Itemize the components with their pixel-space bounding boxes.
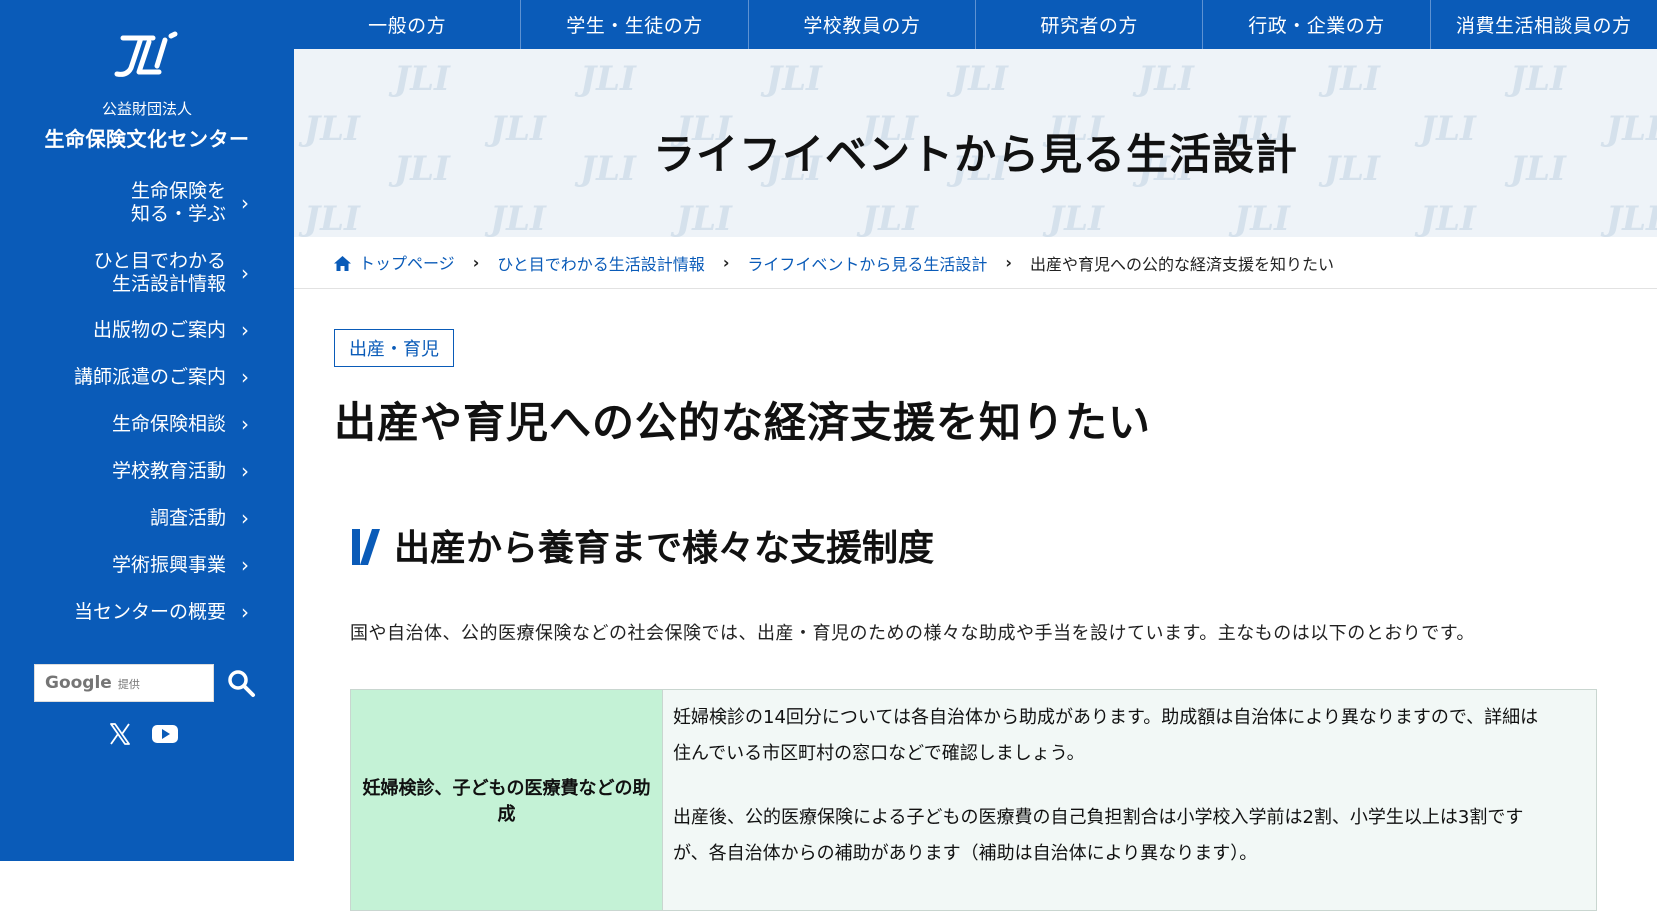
sidebar-item-label: 講師派遣のご案内 bbox=[73, 365, 226, 388]
watermark-logo: JLI bbox=[1420, 199, 1476, 237]
watermark-logo: JLI bbox=[1510, 59, 1566, 99]
watermark-logo: JLI bbox=[580, 59, 636, 99]
sidebar-item-publications[interactable]: 出版物のご案内 › bbox=[93, 318, 254, 342]
tab-researchers[interactable]: 研究者の方 bbox=[976, 0, 1204, 49]
watermark-logo: JLI bbox=[1138, 59, 1194, 99]
breadcrumb-label: トップページ bbox=[359, 254, 455, 273]
youtube-icon[interactable] bbox=[152, 724, 178, 748]
provider-label: 提供 bbox=[117, 678, 140, 691]
x-icon[interactable] bbox=[108, 722, 132, 750]
social-links bbox=[108, 722, 178, 750]
tab-teachers[interactable]: 学校教員の方 bbox=[749, 0, 976, 49]
sidebar-item-lecturer[interactable]: 講師派遣のご案内 › bbox=[74, 365, 254, 389]
sidebar-item-label: 調査活動 bbox=[149, 506, 226, 529]
sidebar-item-label: 当センターの概要 bbox=[73, 600, 226, 623]
sidebar-item-label: ひと目でわかる bbox=[93, 250, 226, 272]
watermark-logo: JLI bbox=[1606, 199, 1657, 237]
watermark-logo: JLI bbox=[304, 199, 360, 237]
chevron-right-icon: › bbox=[241, 261, 249, 285]
category-tag[interactable]: 出産・育児 bbox=[334, 329, 454, 367]
watermark-logo: JLI bbox=[766, 59, 822, 99]
chevron-right-icon: › bbox=[241, 459, 249, 483]
heading-bars-icon bbox=[352, 529, 380, 565]
tab-government[interactable]: 行政・企業の方 bbox=[1203, 0, 1431, 49]
chevron-right-icon: › bbox=[722, 253, 730, 272]
watermark-logo: JLI bbox=[1234, 199, 1290, 237]
tab-general[interactable]: 一般の方 bbox=[294, 0, 522, 49]
page-title: 出産や育児への公的な経済支援を知りたい bbox=[334, 398, 1152, 447]
sidebar-item-label: 生命保険を bbox=[130, 180, 226, 202]
sidebar-item-school[interactable]: 学校教育活動 › bbox=[112, 459, 254, 483]
table-paragraph: 出産後、公的医療保険による子どもの医療費の自己負担割合は小学校入学前は2割、小学… bbox=[673, 807, 1524, 864]
breadcrumb-current: 出産や育児への公的な経済支援を知りたい bbox=[1030, 254, 1335, 274]
watermark-logo: JLI bbox=[862, 199, 918, 237]
watermark-logo: JLI bbox=[1048, 199, 1104, 237]
chevron-right-icon: › bbox=[241, 600, 249, 624]
chevron-right-icon: › bbox=[472, 253, 480, 272]
section-title: 出産から養育まで様々な支援制度 bbox=[394, 528, 935, 569]
jli-logo-icon bbox=[114, 31, 178, 77]
table-row-header: 妊婦検診、子どもの医療費などの助成 bbox=[350, 689, 663, 911]
breadcrumb: トップページ › ひと目でわかる生活設計情報 › ライフイベントから見る生活設計… bbox=[294, 237, 1657, 289]
sidebar-item-label: 生命保険相談 bbox=[111, 412, 226, 435]
chevron-right-icon: › bbox=[241, 365, 249, 389]
watermark-logo: JLI bbox=[952, 59, 1008, 99]
chevron-right-icon: › bbox=[241, 191, 249, 215]
chevron-right-icon: › bbox=[241, 412, 249, 436]
chevron-right-icon: › bbox=[1005, 253, 1013, 272]
search-icon[interactable] bbox=[226, 668, 256, 698]
org-subtitle: 公益財団法人 bbox=[101, 100, 192, 118]
hero-title: ライフイベントから見る生活設計 bbox=[652, 130, 1298, 179]
watermark-logo: JLI bbox=[676, 199, 732, 237]
sidebar-item-learn[interactable]: 生命保険を 知る・学ぶ › bbox=[131, 180, 254, 226]
google-label: Google bbox=[45, 673, 112, 693]
tab-consumer-advisors[interactable]: 消費生活相談員の方 bbox=[1431, 0, 1657, 49]
org-name: 生命保険文化センター bbox=[44, 127, 250, 151]
sidebar-item-label: 学校教育活動 bbox=[111, 459, 226, 482]
sidebar-item-research[interactable]: 調査活動 › bbox=[150, 506, 254, 530]
sidebar-item-label: 生活設計情報 bbox=[111, 273, 226, 295]
sidebar: 公益財団法人 生命保険文化センター 生命保険を 知る・学ぶ › ひと目でわかる 生活… bbox=[0, 0, 294, 861]
section-heading: 出産から養育まで様々な支援制度 bbox=[350, 519, 934, 571]
watermark-logo: JLI bbox=[394, 59, 450, 99]
tab-students[interactable]: 学生・生徒の方 bbox=[521, 0, 749, 49]
breadcrumb-life-planning[interactable]: ひと目でわかる生活設計情報 bbox=[497, 251, 705, 275]
sidebar-item-label: 学術振興事業 bbox=[111, 553, 226, 576]
sidebar-item-label: 出版物のご案内 bbox=[92, 318, 226, 341]
support-table: 妊婦検診、子どもの医療費などの助成 妊婦検診の14回分については各自治体から助成… bbox=[350, 689, 1597, 911]
table-row: 妊婦検診、子どもの医療費などの助成 妊婦検診の14回分については各自治体から助成… bbox=[350, 689, 1597, 911]
sidebar-item-life-planning[interactable]: ひと目でわかる 生活設計情報 › bbox=[94, 250, 254, 296]
site-logo[interactable]: 公益財団法人 生命保険文化センター bbox=[0, 30, 294, 152]
sidebar-item-label: 知る・学ぶ bbox=[130, 203, 226, 225]
watermark-logo: JLI bbox=[1324, 59, 1380, 99]
top-nav: 一般の方 学生・生徒の方 学校教員の方 研究者の方 行政・企業の方 消費生活相談… bbox=[294, 0, 1657, 49]
table-paragraph: 妊婦検診の14回分については各自治体から助成があります。助成額は自治体により異な… bbox=[673, 707, 1539, 764]
breadcrumb-home[interactable]: トップページ bbox=[334, 250, 455, 275]
sidebar-item-consultation[interactable]: 生命保険相談 › bbox=[112, 412, 254, 436]
sidebar-item-about[interactable]: 当センターの概要 › bbox=[74, 600, 254, 624]
home-icon bbox=[334, 256, 351, 275]
chevron-right-icon: › bbox=[241, 318, 249, 342]
chevron-right-icon: › bbox=[241, 553, 249, 577]
watermark-logo: JLI bbox=[490, 199, 546, 237]
intro-text: 国や自治体、公的医療保険などの社会保険では、出産・育児のための様々な助成や手当を… bbox=[350, 623, 1475, 644]
hero-banner: JLI JLI JLI JLI JLI JLI JLI JLI JLI JLI JLI JLI JLI J… bbox=[294, 49, 1657, 237]
chevron-right-icon: › bbox=[241, 506, 249, 530]
breadcrumb-life-events[interactable]: ライフイベントから見る生活設計 bbox=[747, 251, 987, 275]
sidebar-item-academic[interactable]: 学術振興事業 › bbox=[112, 553, 254, 577]
table-row-body: 妊婦検診の14回分については各自治体から助成があります。助成額は自治体により異な… bbox=[662, 689, 1597, 911]
search-input[interactable]: Google 提供 bbox=[34, 664, 214, 702]
